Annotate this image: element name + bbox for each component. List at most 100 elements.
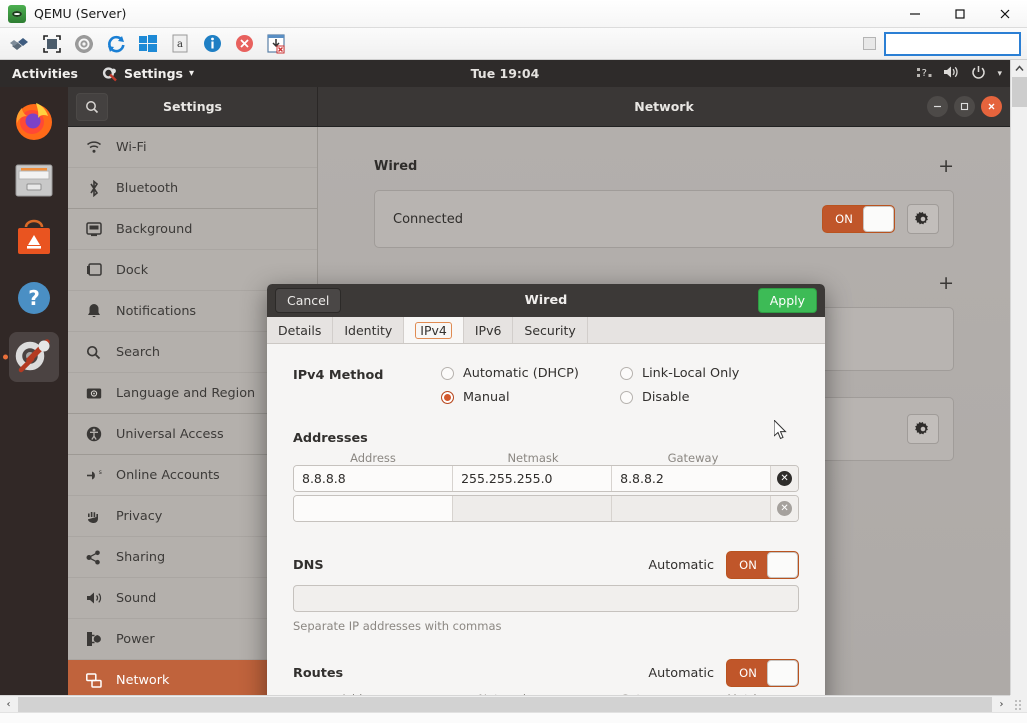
screen: QEMU (Server) [0, 0, 1027, 723]
svg-text:a: a [177, 39, 183, 50]
delete-address-button[interactable]: ✕ [771, 466, 798, 491]
topbar-clock[interactable]: Tue 19:04 [0, 66, 1010, 81]
add-connection-button[interactable]: + [938, 157, 954, 176]
software-bag-icon [14, 219, 54, 259]
dns-input[interactable] [293, 585, 799, 612]
sidebar-item-label: Sharing [116, 550, 165, 565]
sidebar-item-bluetooth[interactable]: Bluetooth [68, 168, 317, 209]
delete-address-button[interactable]: ✕ [771, 496, 798, 521]
settings-gear-icon[interactable] [72, 32, 96, 56]
dock-item-settings[interactable] [9, 332, 59, 382]
add-connection-button-2[interactable]: + [938, 274, 954, 293]
resize-grip[interactable] [1010, 695, 1027, 712]
wifi-icon [85, 140, 102, 154]
close-button[interactable] [982, 0, 1027, 28]
connection-settings-button[interactable] [907, 204, 939, 234]
sidebar-item-wifi[interactable]: Wi-Fi [68, 127, 317, 168]
fullscreen-icon[interactable] [40, 32, 64, 56]
vertical-scroll-thumb[interactable] [1012, 77, 1027, 107]
sidebar-item-label: Universal Access [116, 427, 224, 442]
window-bottom-strip [0, 712, 1027, 723]
dock-item-software[interactable] [9, 214, 59, 264]
settings-tools-icon [13, 336, 55, 378]
radio-indicator [620, 367, 633, 380]
dock-item-help[interactable]: ? [9, 273, 59, 323]
tab-ipv6[interactable]: IPv6 [464, 317, 514, 343]
sidebar-item-label: Notifications [116, 304, 196, 319]
vertical-scrollbar[interactable] [1010, 60, 1027, 695]
qemu-titlebar: QEMU (Server) [0, 0, 1027, 28]
bell-icon [85, 303, 102, 319]
save-screen-icon[interactable] [264, 32, 288, 56]
dns-automatic-label: Automatic [648, 558, 714, 573]
sidebar-item-label: Language and Region [116, 386, 255, 401]
minimize-button[interactable] [892, 0, 937, 28]
settings-window-buttons [927, 96, 1002, 117]
gateway-input[interactable] [612, 496, 771, 521]
gear-icon [915, 211, 931, 227]
address-input[interactable] [294, 496, 453, 521]
close-button[interactable] [981, 96, 1002, 117]
address-input[interactable]: 8.8.8.8 [294, 466, 453, 491]
maximize-button[interactable] [954, 96, 975, 117]
cancel-icon[interactable] [232, 32, 256, 56]
maximize-button[interactable] [937, 0, 982, 28]
connection-status: Connected [393, 212, 463, 227]
tab-ipv4[interactable]: IPv4 [404, 317, 464, 343]
refresh-icon[interactable] [104, 32, 128, 56]
toggle-knob [863, 206, 894, 232]
radio-disable[interactable]: Disable [620, 390, 799, 405]
scroll-up-button[interactable] [1011, 60, 1027, 77]
netmask-input[interactable]: 255.255.255.0 [453, 466, 612, 491]
topbar-status-area[interactable]: ? ▾ [917, 65, 1002, 83]
sidebar-item-label: Search [116, 345, 160, 360]
settings-panel-header: Network [318, 87, 1010, 126]
wired-heading: Wired [374, 159, 417, 174]
screenshot-icon[interactable] [8, 32, 32, 56]
toolbar-text-input[interactable] [884, 32, 1021, 56]
svg-text:?: ? [922, 68, 927, 79]
sidebar-item-label: Wi-Fi [116, 140, 147, 155]
dock-item-files[interactable] [9, 155, 59, 205]
sidebar-item-background[interactable]: Background [68, 209, 317, 250]
tab-label: Security [524, 323, 575, 338]
connection-toggle[interactable]: ON [822, 205, 895, 233]
dock-item-firefox[interactable] [9, 96, 59, 146]
radio-automatic-dhcp[interactable]: Automatic (DHCP) [441, 366, 620, 381]
ipv4-method-row: IPv4 Method Automatic (DHCP) Link-Local … [293, 366, 799, 405]
qemu-window-buttons [892, 0, 1027, 28]
sidebar-item-label: Network [116, 673, 169, 688]
tab-identity[interactable]: Identity [333, 317, 404, 343]
ubuntu-dock: ? [0, 87, 68, 695]
routes-header: Routes Automatic ON [293, 659, 799, 687]
netmask-input[interactable] [453, 496, 612, 521]
keyboard-a-icon[interactable]: a [168, 32, 192, 56]
ipv4-method-label: IPv4 Method [293, 366, 441, 405]
horizontal-scrollbar[interactable]: ‹ › [0, 695, 1010, 712]
gear-icon [915, 421, 931, 437]
connection-settings-button-3[interactable] [907, 414, 939, 444]
radio-link-local-only[interactable]: Link-Local Only [620, 366, 799, 381]
windows-icon[interactable] [136, 32, 160, 56]
tab-security[interactable]: Security [513, 317, 587, 343]
routes-heading: Routes [293, 666, 343, 681]
column-header-netmask: Netmask [453, 451, 613, 465]
routes-automatic-toggle[interactable]: ON [726, 659, 799, 687]
scroll-right-button[interactable]: › [993, 696, 1010, 713]
gateway-input[interactable]: 8.8.8.2 [612, 466, 771, 491]
scroll-left-button[interactable]: ‹ [0, 696, 17, 713]
horizontal-scroll-thumb[interactable] [18, 697, 992, 712]
radio-label: Disable [642, 390, 689, 405]
sharing-icon [85, 550, 102, 565]
sidebar-item-label: Background [116, 222, 192, 237]
wired-section-header: Wired + [374, 157, 954, 176]
dock-icon [85, 263, 102, 278]
dns-automatic-toggle[interactable]: ON [726, 551, 799, 579]
tab-details[interactable]: Details [267, 317, 333, 343]
info-icon[interactable] [200, 32, 224, 56]
power-plug-icon [85, 631, 102, 647]
volume-icon [943, 65, 960, 82]
minimize-button[interactable] [927, 96, 948, 117]
radio-label: Manual [463, 390, 510, 405]
radio-manual[interactable]: Manual [441, 390, 620, 405]
